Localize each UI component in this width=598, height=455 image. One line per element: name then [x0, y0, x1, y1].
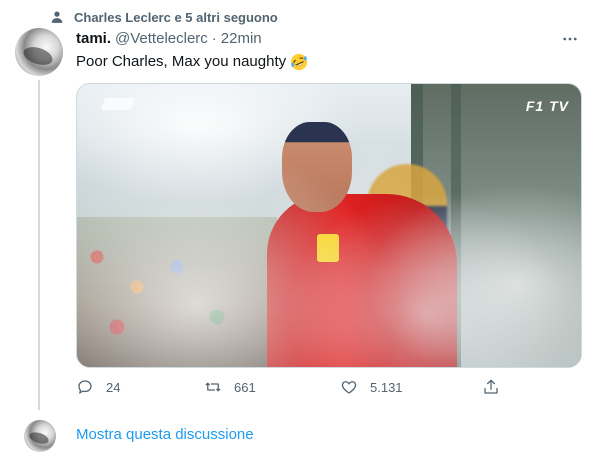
thread-line [38, 80, 40, 410]
social-context[interactable]: Charles Leclerc e 5 altri seguono [50, 8, 278, 26]
tweet-text-content: Poor Charles, Max you naughty [76, 53, 287, 70]
heart-icon [341, 381, 357, 394]
rolling-laughing-emoji-icon [290, 53, 308, 71]
like-count: 5.131 [370, 379, 403, 395]
social-context-text: Charles Leclerc e 5 altri seguono [74, 9, 278, 25]
retweet-count: 661 [234, 379, 256, 395]
author-handle[interactable]: @Vetteleclerc [115, 30, 208, 47]
tweet-actions: 24 661 5.131 [76, 378, 516, 402]
tweet-text: Poor Charles, Max you naughty [76, 52, 308, 72]
reply-button[interactable]: 24 [76, 378, 120, 396]
more-icon[interactable] [560, 30, 580, 48]
like-button[interactable]: 5.131 [340, 378, 403, 396]
share-button[interactable] [482, 378, 500, 396]
tweet[interactable]: Charles Leclerc e 5 altri seguono tami. … [0, 0, 598, 455]
photo-champagne-spray [77, 84, 581, 367]
author-avatar[interactable] [15, 28, 63, 76]
share-icon [484, 379, 498, 394]
thread-avatar[interactable] [24, 420, 56, 452]
author-name[interactable]: tami. [76, 30, 111, 47]
tweet-media-image[interactable]: F1 TV [76, 83, 582, 368]
retweet-icon [205, 382, 221, 392]
f1-logo-icon [100, 98, 136, 110]
header-separator: · [211, 30, 217, 47]
f1-mark-icon: F1 [525, 98, 550, 114]
f1-tv-watermark: F1 TV [526, 98, 569, 114]
tweet-header: tami. @Vetteleclerc · 22min [76, 30, 262, 47]
show-thread-row[interactable]: Mostra questa discussione [0, 418, 598, 452]
show-thread-link[interactable]: Mostra questa discussione [76, 426, 254, 443]
person-icon [50, 10, 64, 24]
retweet-button[interactable]: 661 [204, 378, 256, 396]
f1-tv-text: TV [549, 98, 569, 114]
reply-icon [78, 380, 92, 394]
reply-count: 24 [106, 379, 121, 395]
tweet-timestamp[interactable]: 22min [221, 30, 262, 47]
